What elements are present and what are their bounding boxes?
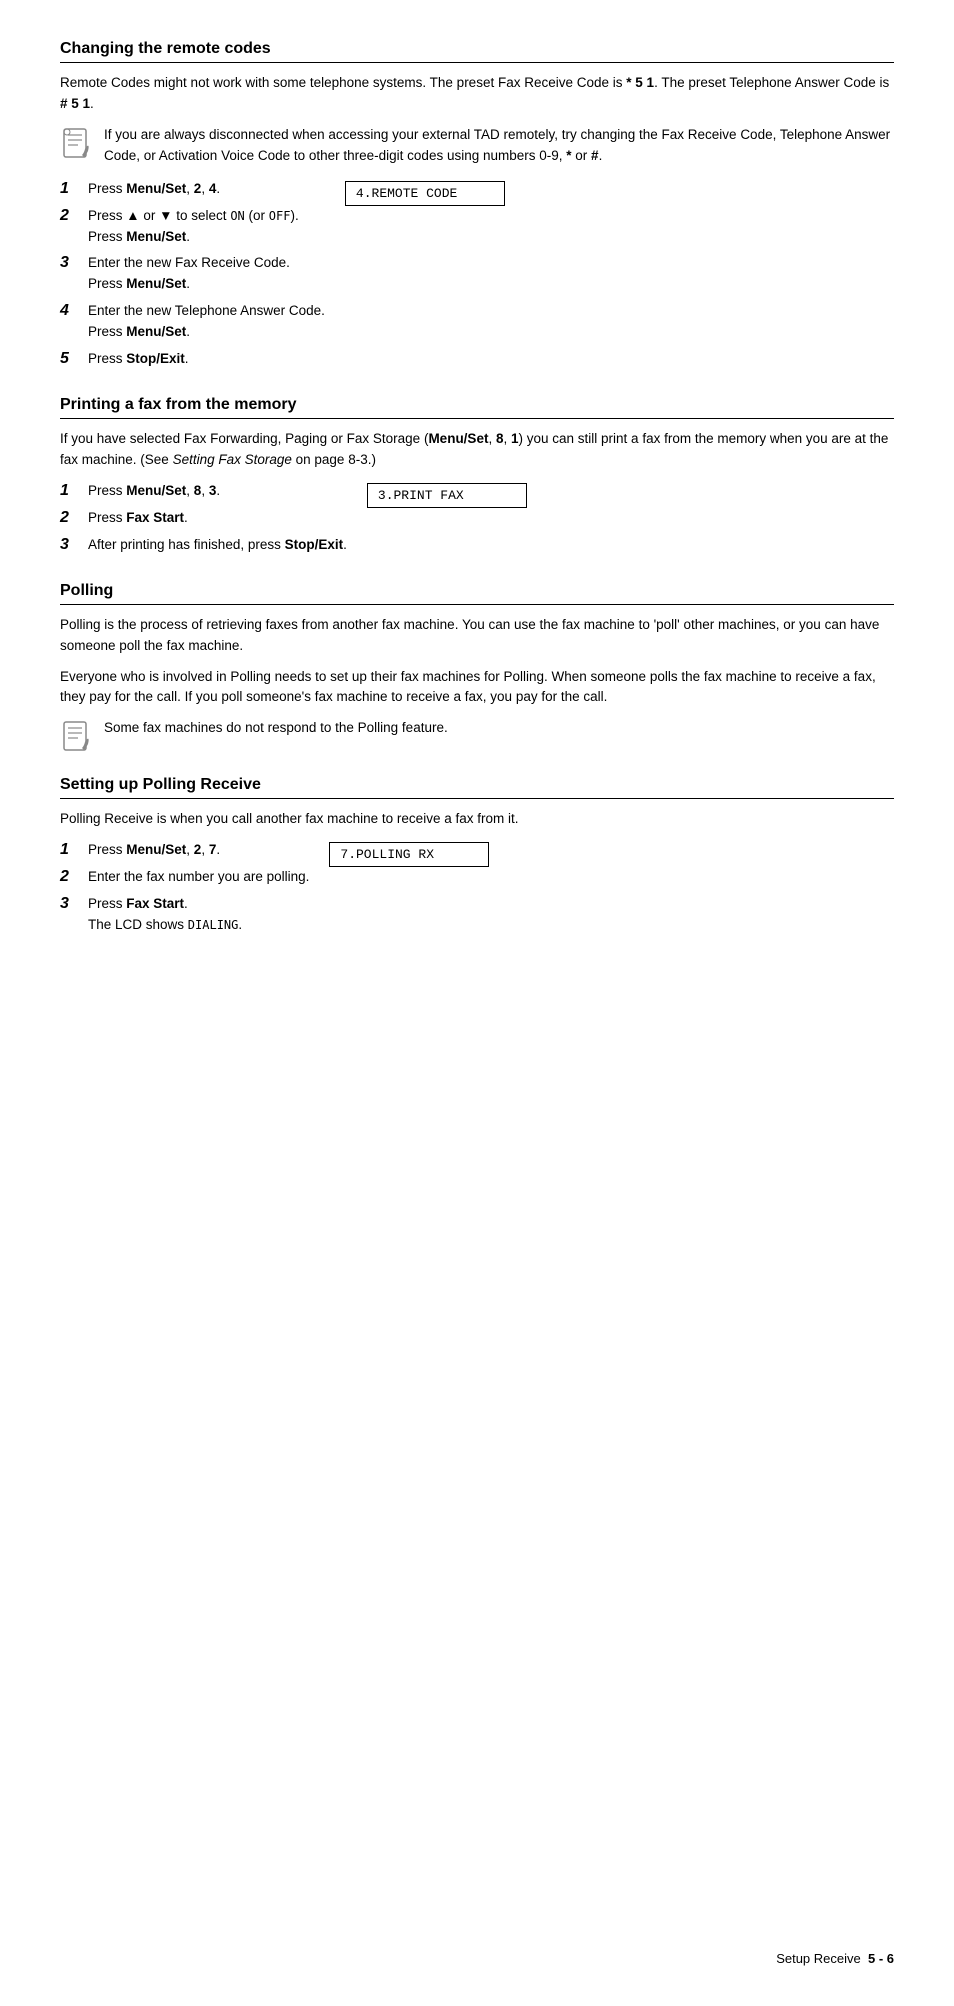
divider-1 (60, 62, 894, 63)
steps-list-2: 1 Press Menu/Set, 8, 3. 2 Press Fax Star… (60, 481, 347, 562)
note-box-2: Some fax machines do not respond to the … (60, 718, 894, 756)
section-title-2: Printing a fax from the memory (60, 396, 894, 414)
body-text-4: Polling Receive is when you call another… (60, 809, 894, 830)
note-text-1: If you are always disconnected when acce… (104, 125, 894, 167)
step-2-3: 3 After printing has finished, press Sto… (60, 535, 347, 556)
section-polling: Polling Polling is the process of retrie… (60, 582, 894, 757)
step-1-5: 5 Press Stop/Exit. (60, 349, 325, 370)
step-2-2: 2 Press Fax Start. (60, 508, 347, 529)
section-title-1: Changing the remote codes (60, 40, 894, 58)
lcd-display-1: 4.REMOTE CODE (345, 181, 505, 206)
body-text-3b: Everyone who is involved in Polling need… (60, 667, 894, 709)
section-printing-fax-memory: Printing a fax from the memory If you ha… (60, 396, 894, 562)
note-text-2: Some fax machines do not respond to the … (104, 718, 894, 739)
divider-2 (60, 418, 894, 419)
step-3-3: 3 Press Fax Start. The LCD shows DIALING… (60, 894, 309, 936)
section-polling-receive: Setting up Polling Receive Polling Recei… (60, 776, 894, 942)
steps-list-1: 1 Press Menu/Set, 2, 4. 2 Press ▲ or ▼ t… (60, 179, 325, 376)
footer-page: 5 - 6 (868, 1951, 894, 1966)
lcd-display-2: 3.PRINT FAX (367, 483, 527, 508)
divider-4 (60, 798, 894, 799)
steps-list-3: 1 Press Menu/Set, 2, 7. 2 Enter the fax … (60, 840, 309, 942)
step-3-2: 2 Enter the fax number you are polling. (60, 867, 309, 888)
step-1-1: 1 Press Menu/Set, 2, 4. (60, 179, 325, 200)
step-1-2: 2 Press ▲ or ▼ to select ON (or OFF). Pr… (60, 206, 325, 248)
note-icon-1 (60, 127, 96, 163)
section-title-4: Setting up Polling Receive (60, 776, 894, 794)
body-text-1: Remote Codes might not work with some te… (60, 73, 894, 115)
section-title-3: Polling (60, 582, 894, 600)
step-3-1: 1 Press Menu/Set, 2, 7. (60, 840, 309, 861)
note-icon-2 (60, 720, 96, 756)
body-text-3a: Polling is the process of retrieving fax… (60, 615, 894, 657)
footer-label: Setup Receive (776, 1951, 861, 1966)
divider-3 (60, 604, 894, 605)
steps-container-2: 1 Press Menu/Set, 8, 3. 2 Press Fax Star… (60, 481, 894, 562)
step-1-3: 3 Enter the new Fax Receive Code. Press … (60, 253, 325, 295)
steps-container-3: 1 Press Menu/Set, 2, 7. 2 Enter the fax … (60, 840, 894, 942)
page-footer: Setup Receive 5 - 6 (776, 1951, 894, 1966)
body-text-2: If you have selected Fax Forwarding, Pag… (60, 429, 894, 471)
step-2-1: 1 Press Menu/Set, 8, 3. (60, 481, 347, 502)
section-changing-remote-codes: Changing the remote codes Remote Codes m… (60, 40, 894, 376)
lcd-display-3: 7.POLLING RX (329, 842, 489, 867)
step-1-4: 4 Enter the new Telephone Answer Code. P… (60, 301, 325, 343)
note-box-1: If you are always disconnected when acce… (60, 125, 894, 167)
steps-container-1: 1 Press Menu/Set, 2, 4. 2 Press ▲ or ▼ t… (60, 179, 894, 376)
